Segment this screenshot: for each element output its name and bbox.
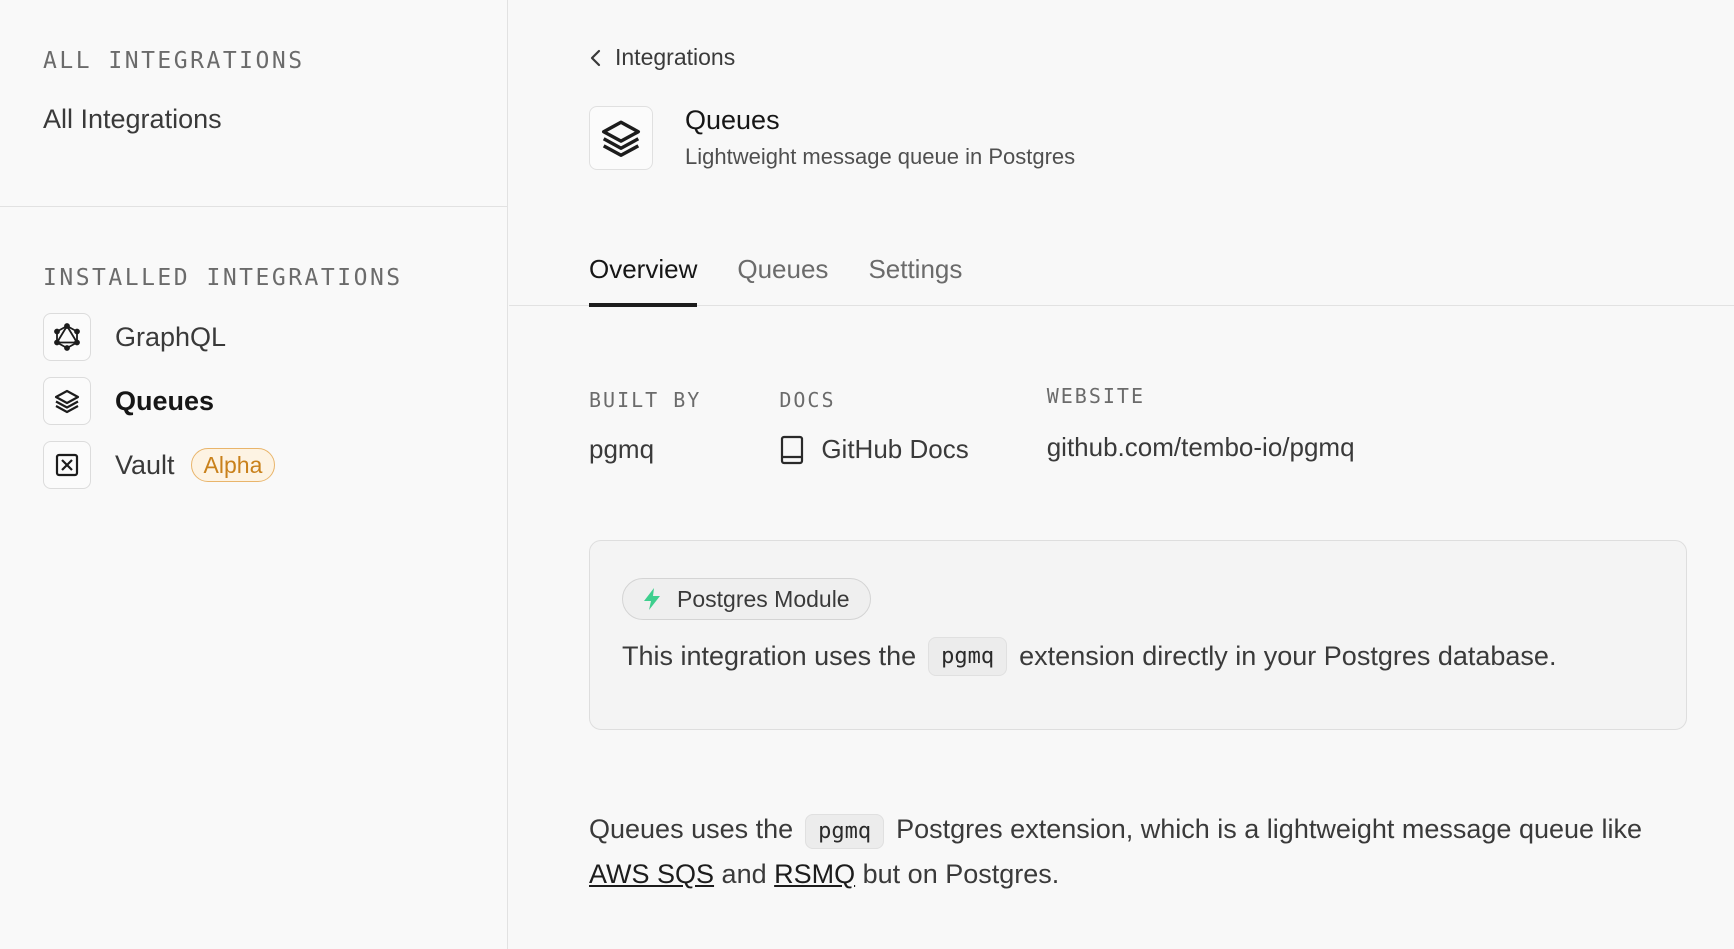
sidebar-item-queues[interactable]: Queues [43, 377, 507, 425]
vault-icon [43, 441, 91, 489]
main-content: Integrations Queues Lightweight message … [509, 0, 1734, 949]
desc-part3: but on Postgres. [862, 859, 1060, 889]
chevron-left-icon [590, 49, 601, 66]
website-link[interactable]: github.com/tembo-io/pgmq [1047, 432, 1355, 463]
module-desc-before: This integration uses the [622, 641, 917, 671]
tab-queues[interactable]: Queues [737, 240, 828, 306]
aws-sqs-link[interactable]: AWS SQS [589, 859, 714, 889]
integration-description: Queues uses the pgmq Postgres extension, w… [589, 808, 1669, 895]
sidebar-item-label: Vault [115, 449, 175, 480]
all-integrations-heading: ALL INTEGRATIONS [43, 48, 305, 74]
built-by-value: pgmq [589, 434, 655, 464]
website-label: WEBSITE [1046, 384, 1146, 408]
breadcrumb-label: Integrations [615, 44, 736, 70]
installed-list: GraphQL Queues Vault Alpha [43, 313, 507, 489]
header-text: Queues Lightweight message queue in Post… [685, 105, 1075, 170]
sidebar: ALL INTEGRATIONS All Integrations INSTAL… [0, 0, 508, 949]
postgres-module-card: Postgres Module This integration uses th… [589, 540, 1687, 730]
breadcrumb-back-link[interactable]: Integrations [589, 44, 735, 71]
docs-column: DOCS GitHub Docs [779, 388, 968, 465]
sidebar-installed-section: INSTALLED INTEGRATIONS GraphQL Queues Va… [0, 207, 507, 489]
book-icon [781, 435, 804, 464]
page-header: Queues Lightweight message queue in Post… [589, 105, 1734, 170]
postgres-module-pill: Postgres Module [622, 578, 871, 620]
layers-icon [43, 377, 91, 425]
module-description: This integration uses the pgmq extension… [622, 637, 1556, 676]
layers-icon [589, 105, 653, 170]
module-desc-after: extension directly in your Postgres data… [1019, 641, 1557, 671]
docs-label: DOCS [779, 388, 836, 412]
built-by-label: BUILT BY [589, 388, 702, 412]
tab-settings[interactable]: Settings [868, 240, 962, 306]
tab-bar: Overview Queues Settings [509, 240, 1734, 307]
rsmq-link[interactable]: RSMQ [774, 859, 855, 889]
all-integrations-link[interactable]: All Integrations [43, 104, 507, 135]
desc-part2: Postgres extension, which is a lightweig… [896, 814, 1643, 844]
docs-link-label: GitHub Docs [821, 434, 969, 464]
sidebar-all-section: ALL INTEGRATIONS All Integrations [0, 0, 507, 207]
sidebar-item-label: Queues [115, 385, 215, 416]
alpha-badge: Alpha [190, 448, 276, 482]
sidebar-item-vault[interactable]: Vault Alpha [43, 441, 507, 489]
page-title: Queues [685, 105, 780, 135]
installed-integrations-heading: INSTALLED INTEGRATIONS [43, 265, 403, 291]
page-subtitle: Lightweight message queue in Postgres [685, 144, 1076, 169]
sidebar-item-label: GraphQL [115, 321, 227, 352]
module-pill-label: Postgres Module [677, 585, 850, 612]
bolt-icon [644, 588, 660, 610]
graphql-icon [43, 313, 91, 361]
extension-code-chip: pgmq [805, 814, 885, 849]
desc-and: and [721, 859, 767, 889]
website-column: WEBSITE github.com/tembo-io/pgmq [1047, 384, 1355, 465]
desc-part1: Queues uses the [589, 814, 794, 844]
sidebar-item-graphql[interactable]: GraphQL [43, 313, 507, 361]
docs-link[interactable]: GitHub Docs [779, 434, 969, 465]
built-by-column: BUILT BY pgmq [589, 388, 701, 465]
tab-overview[interactable]: Overview [589, 240, 698, 307]
integration-meta: BUILT BY pgmq DOCS GitHub Docs WEBSITE g… [589, 384, 1433, 465]
extension-code-chip: pgmq [928, 637, 1008, 676]
